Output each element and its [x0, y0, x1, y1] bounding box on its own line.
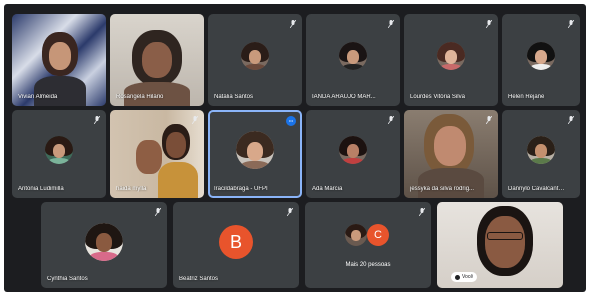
participant-tile[interactable]: jessyka da silva rodrig... [404, 110, 498, 198]
avatar [437, 42, 465, 71]
participant-hands [136, 140, 162, 174]
avatar [345, 224, 367, 246]
participant-tile[interactable]: Dannylo Cavalcante -... [502, 110, 580, 198]
avatar [236, 131, 274, 170]
participant-name: haida mylla [116, 186, 147, 192]
avatar [45, 136, 73, 165]
mic-off-icon [192, 116, 198, 124]
more-participants-tile[interactable]: C Mais 20 pessoas [305, 202, 431, 288]
participant-face [142, 42, 172, 78]
participant-body [418, 168, 484, 198]
participant-name: Iracildabraga - UFPI [214, 186, 268, 192]
participant-tile[interactable]: Helen Rejane [502, 14, 580, 106]
participant-tile[interactable]: IANDA ARAUJO MAR... [306, 14, 400, 106]
participant-name: IANDA ARAUJO MAR... [312, 94, 376, 100]
participant-body [158, 162, 198, 198]
self-badge: Você [451, 272, 478, 282]
avatar [339, 42, 367, 71]
participant-tile[interactable]: Rosângela Hilário [110, 14, 204, 106]
participant-face [166, 132, 186, 158]
self-dot-icon [455, 274, 460, 280]
participant-name: Beatriz Santos [179, 276, 219, 282]
mic-off-icon [388, 20, 394, 28]
mic-off-icon [287, 208, 293, 216]
participant-tile[interactable]: Lourdes Vitória Silva [404, 14, 498, 106]
participant-tile[interactable]: Natália Santos [208, 14, 302, 106]
self-view-tile[interactable]: Você [437, 202, 563, 288]
participant-face [485, 216, 525, 268]
mic-off-icon [290, 20, 296, 28]
participant-name: jessyka da silva rodrig... [410, 186, 475, 192]
participant-name: Natália Santos [214, 94, 254, 100]
participant-name: Rosângela Hilário [116, 94, 164, 100]
participant-name: Cynthia Santos [47, 276, 88, 282]
mic-off-icon [486, 116, 492, 124]
avatar [85, 222, 123, 261]
participant-tile[interactable]: Ada Márcia [306, 110, 400, 198]
participant-glasses [487, 232, 523, 240]
avatar [527, 42, 555, 71]
participant-name: Antonia Ludimilla [18, 186, 64, 192]
mic-off-icon [486, 20, 492, 28]
participant-tile-active[interactable]: ••• Iracildabraga - UFPI [208, 110, 302, 198]
participant-name: Ada Márcia [312, 186, 343, 192]
mic-off-icon [155, 208, 161, 216]
participant-tile[interactable]: Antonia Ludimilla [12, 110, 106, 198]
participant-body [34, 76, 86, 106]
more-participants-label: Mais 20 pessoas [345, 262, 391, 268]
participant-face [434, 126, 466, 166]
participant-tile[interactable]: B Beatriz Santos [173, 202, 299, 288]
avatar [241, 42, 269, 71]
participant-name: Vivian Almeida [18, 94, 58, 100]
letter-avatar: C [367, 224, 389, 246]
participant-tile[interactable]: haida mylla [110, 110, 204, 198]
mic-off-icon [419, 208, 425, 216]
more-options-icon[interactable]: ••• [286, 116, 296, 126]
participant-tile[interactable]: Vivian Almeida [12, 14, 106, 106]
self-label: Você [462, 274, 474, 280]
mic-off-icon [94, 116, 100, 124]
avatar [339, 136, 367, 165]
meeting-grid: Vivian Almeida Rosângela Hilário Natália… [4, 4, 586, 292]
mic-off-icon [388, 116, 394, 124]
mic-off-icon [568, 20, 574, 28]
participant-name: Lourdes Vitória Silva [410, 94, 465, 100]
avatar [527, 136, 555, 165]
participant-name: Helen Rejane [508, 94, 545, 100]
participant-name: Dannylo Cavalcante -... [508, 186, 566, 192]
letter-avatar: B [219, 224, 253, 259]
participant-face [49, 42, 71, 70]
mic-off-icon [568, 116, 574, 124]
participant-tile[interactable]: Cynthia Santos [41, 202, 167, 288]
